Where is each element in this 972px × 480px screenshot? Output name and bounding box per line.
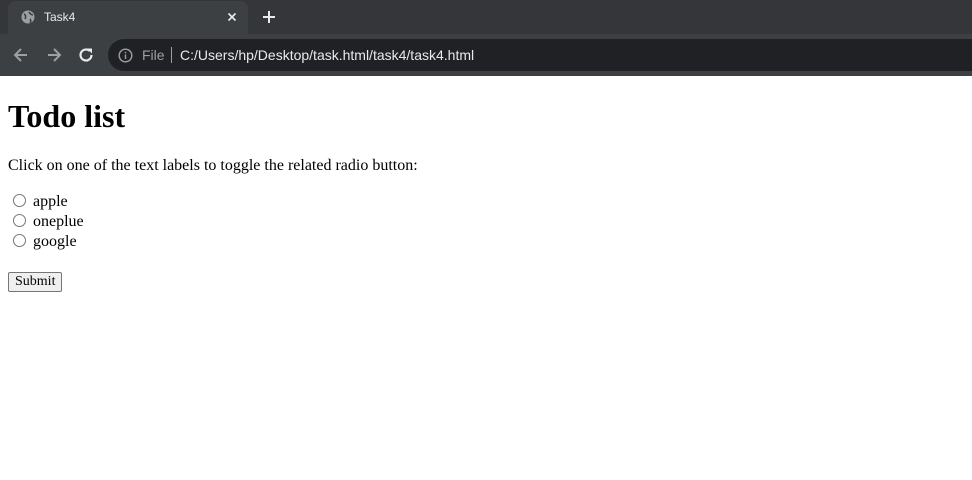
- url-text[interactable]: C:/Users/hp/Desktop/task.html/task4/task…: [180, 47, 474, 63]
- info-icon[interactable]: [118, 48, 133, 63]
- address-bar[interactable]: File C:/Users/hp/Desktop/task.html/task4…: [108, 39, 972, 71]
- page-content: Todo list Click on one of the text label…: [0, 76, 972, 480]
- radio-label[interactable]: google: [33, 232, 77, 252]
- address-separator: [171, 47, 172, 63]
- tab-title: Task4: [44, 10, 76, 24]
- page-title: Todo list: [8, 98, 126, 134]
- close-icon[interactable]: [225, 10, 239, 24]
- tab-task4[interactable]: Task4: [8, 1, 248, 34]
- tab-strip: Task4: [0, 0, 972, 34]
- back-arrow-icon[interactable]: [11, 45, 31, 65]
- instructions-text: Click on one of the text labels to toggl…: [8, 157, 418, 174]
- radio-button[interactable]: [13, 194, 26, 207]
- toolbar: File C:/Users/hp/Desktop/task.html/task4…: [0, 34, 972, 76]
- forward-arrow-icon[interactable]: [44, 45, 64, 65]
- globe-icon: [21, 10, 35, 24]
- new-tab-icon[interactable]: [260, 8, 278, 26]
- radio-button[interactable]: [13, 234, 26, 247]
- radio-button[interactable]: [13, 214, 26, 227]
- radio-label[interactable]: oneplue: [33, 212, 84, 232]
- browser-window: Task4 File C:/Users/hp/Desktop/task.html…: [0, 0, 972, 480]
- scheme-label: File: [142, 47, 165, 63]
- reload-icon[interactable]: [76, 45, 96, 65]
- radio-label[interactable]: apple: [33, 192, 68, 212]
- submit-button[interactable]: Submit: [8, 272, 63, 292]
